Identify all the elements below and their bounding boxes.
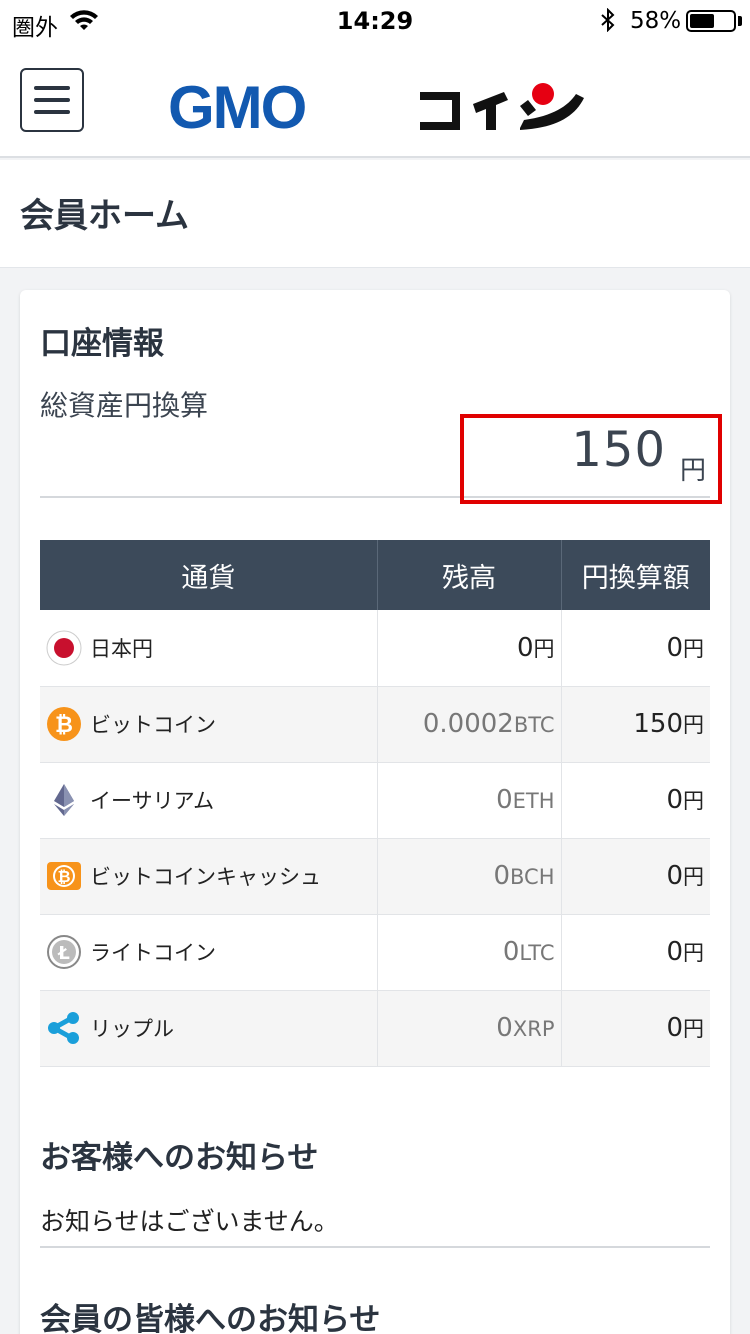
jpy-value-cell: 0円 (561, 838, 710, 915)
jpy-unit: 円 (683, 1017, 704, 1041)
jpy-unit: 円 (683, 636, 704, 661)
balance-cell: 0円 (377, 610, 562, 687)
balance-cell: 0ETH (377, 762, 562, 839)
header-currency: 通貨 (40, 540, 378, 610)
balance-unit: BCH (510, 865, 555, 889)
gmo-coin-logo[interactable]: GMO (168, 80, 588, 134)
jpy-value-cell: 150円 (561, 686, 710, 763)
account-card: 口座情報 総資産円換算 150 円 通貨 残高 円換算額 日本円 0円 0円 ₿… (20, 290, 730, 1334)
currency-cell: ₿ ビットコインキャッシュ (40, 838, 378, 915)
jpy-value-cell: 0円 (561, 762, 710, 839)
battery-percent: 58% (630, 8, 682, 34)
logo-gmo-text: GMO (168, 80, 306, 134)
table-row[interactable]: ₿ ビットコイン 0.0002BTC 150円 (40, 686, 710, 763)
highlight-box (460, 414, 722, 504)
jpy-unit: 円 (683, 789, 704, 813)
bluetooth-icon (601, 8, 615, 32)
jpy-unit: 円 (683, 865, 704, 889)
member-notice-title: 会員の皆様へのお知らせ (40, 1302, 381, 1334)
notice-divider (40, 1246, 710, 1248)
currency-cell: ₿ ビットコイン (40, 686, 378, 763)
jpy-unit: 円 (683, 713, 704, 737)
menu-button[interactable] (20, 68, 84, 132)
table-row[interactable]: リップル 0XRP 0円 (40, 990, 710, 1067)
balance-value: 0 (493, 861, 510, 891)
currency-name: ビットコイン (90, 713, 216, 737)
balance-value: 0 (496, 785, 513, 815)
jpy-unit: 円 (683, 941, 704, 965)
currency-cell: リップル (40, 990, 378, 1067)
svg-text:₿: ₿ (57, 867, 70, 886)
balance-value: 0 (516, 632, 534, 663)
battery-fill (690, 14, 714, 28)
account-section-title: 口座情報 (40, 326, 164, 362)
page-title-bar: 会員ホーム (0, 160, 750, 268)
currency-cell: Ł ライトコイン (40, 914, 378, 991)
balance-unit: LTC (519, 941, 555, 965)
balance-value: 0 (502, 937, 520, 967)
hamburger-icon (34, 86, 70, 90)
assets-table: 通貨 残高 円換算額 日本円 0円 0円 ₿ ビットコイン 0.0002BTC … (40, 540, 710, 1067)
balance-unit: ETH (512, 789, 555, 813)
header-jpy-value: 円換算額 (561, 540, 710, 610)
currency-name: ビットコインキャッシュ (90, 865, 321, 889)
balance-value: 0.0002 (422, 709, 514, 739)
table-row[interactable]: イーサリアム 0ETH 0円 (40, 762, 710, 839)
bitcoin-cash-icon: ₿ (47, 862, 81, 890)
balance-cell: 0XRP (377, 990, 562, 1067)
currency-name: イーサリアム (90, 789, 215, 813)
jpy-value-cell: 0円 (561, 610, 710, 687)
logo-n-tick (520, 100, 536, 116)
ethereum-icon (54, 784, 74, 816)
currency-name: 日本円 (90, 636, 153, 661)
jpy-value: 0 (666, 785, 683, 815)
page-title: 会員ホーム (20, 196, 189, 236)
currency-name: リップル (90, 1017, 174, 1041)
jpy-value-cell: 0円 (561, 990, 710, 1067)
jpy-value: 0 (666, 861, 683, 891)
bitcoin-icon: ₿ (47, 707, 81, 741)
balance-cell: 0BCH (377, 838, 562, 915)
battery-icon (686, 10, 736, 32)
app-header: GMO (0, 40, 750, 158)
balance-unit: XRP (512, 1017, 555, 1041)
jpy-value: 0 (666, 937, 683, 967)
svg-text:₿: ₿ (55, 713, 73, 738)
logo-ko-shape (420, 92, 460, 130)
table-row[interactable]: ₿ ビットコインキャッシュ 0BCH 0円 (40, 838, 710, 915)
jpy-value: 150 (633, 709, 683, 739)
status-bar: 圏外 14:29 58% (0, 0, 750, 41)
hamburger-icon-bar (34, 110, 70, 114)
litecoin-icon: Ł (47, 935, 81, 969)
customer-notice-text: お知らせはございません。 (40, 1207, 339, 1236)
table-row[interactable]: 日本円 0円 0円 (40, 610, 710, 687)
currency-cell: イーサリアム (40, 762, 378, 839)
currency-cell: 日本円 (40, 610, 378, 687)
hamburger-icon-bar (34, 98, 70, 102)
battery-cap (738, 16, 742, 26)
customer-notice-title: お客様へのお知らせ (40, 1140, 319, 1176)
currency-name: ライトコイン (90, 941, 216, 965)
balance-unit: 円 (533, 636, 555, 661)
ripple-icon (48, 1012, 79, 1044)
jpy-value-cell: 0円 (561, 914, 710, 991)
logo-red-dot (532, 83, 554, 105)
table-row[interactable]: Ł ライトコイン 0LTC 0円 (40, 914, 710, 991)
balance-value: 0 (496, 1013, 513, 1043)
jpy-value: 0 (666, 632, 683, 663)
balance-cell: 0.0002BTC (377, 686, 562, 763)
balance-cell: 0LTC (377, 914, 562, 991)
jpy-flag-icon (46, 630, 82, 666)
balance-unit: BTC (513, 713, 555, 737)
header-balance: 残高 (377, 540, 562, 610)
logo-i-shape (473, 92, 508, 130)
jpy-value: 0 (666, 1013, 683, 1043)
svg-text:Ł: Ł (57, 943, 70, 964)
table-header-row: 通貨 残高 円換算額 (40, 540, 710, 610)
